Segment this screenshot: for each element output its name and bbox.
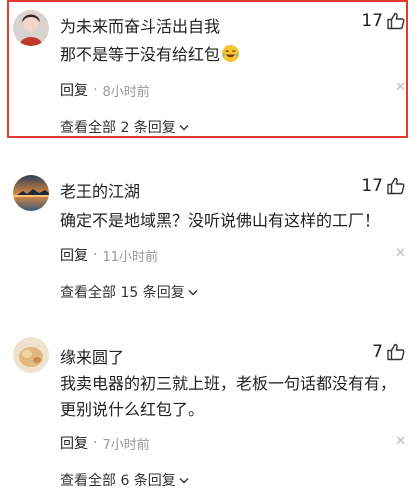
thumbs-up-icon[interactable] (386, 11, 406, 31)
separator-dot: · (93, 82, 98, 98)
chevron-down-icon (188, 284, 198, 300)
like-count: 17 (361, 11, 383, 31)
separator-dot: · (93, 247, 98, 263)
comment-meta: 回复 · 11小时前 (60, 245, 158, 265)
like-count: 17 (361, 176, 383, 196)
comment-item: 缘来圆了 7 我卖电器的初三就上班，老板一句话都没有有，更别说什么红包了。 回复… (0, 330, 416, 495)
username[interactable]: 缘来圆了 (60, 344, 124, 368)
timestamp: 8小时前 (102, 84, 150, 100)
reply-button[interactable]: 回复 (60, 80, 88, 100)
close-icon[interactable]: ✕ (395, 80, 406, 95)
view-all-replies-label: 查看全部 2 条回复 (60, 120, 176, 136)
thumbs-up-icon[interactable] (386, 342, 406, 362)
avatar[interactable] (13, 175, 49, 211)
view-all-replies-button[interactable]: 查看全部 15 条回复 (60, 282, 198, 302)
comment-item: 为未来而奋斗活出自我 17 那不是等于没有给红包 回复 · 8小时前 ✕ 查看全… (0, 0, 416, 138)
avatar[interactable] (13, 337, 49, 373)
comment-text-body: 那不是等于没有给红包 (60, 45, 221, 64)
username[interactable]: 老王的江湖 (60, 178, 140, 202)
close-icon[interactable]: ✕ (395, 434, 406, 449)
timestamp: 11小时前 (102, 249, 158, 265)
comment-text: 我卖电器的初三就上班，老板一句话都没有有，更别说什么红包了。 (60, 374, 397, 419)
comment-text: 那不是等于没有给红包 (60, 42, 400, 71)
comment-meta: 回复 · 7小时前 (60, 433, 150, 453)
avatar[interactable] (13, 10, 49, 46)
view-all-replies-button[interactable]: 查看全部 2 条回复 (60, 117, 189, 137)
crying-laughing-emoji-icon (221, 44, 240, 71)
close-icon[interactable]: ✕ (395, 246, 406, 261)
comment-meta: 回复 · 8小时前 (60, 80, 150, 100)
like-button[interactable]: 17 (361, 176, 406, 196)
username[interactable]: 为未来而奋斗活出自我 (60, 13, 220, 37)
view-all-replies-label: 查看全部 15 条回复 (60, 285, 185, 301)
view-all-replies-button[interactable]: 查看全部 6 条回复 (60, 470, 189, 490)
thumbs-up-icon[interactable] (386, 176, 406, 196)
like-button[interactable]: 7 (372, 342, 406, 362)
like-count: 7 (372, 342, 383, 362)
chevron-down-icon (179, 119, 189, 135)
comment-text: 确定不是地域黑？没听说佛山有这样的工厂！ (60, 211, 381, 230)
reply-button[interactable]: 回复 (60, 433, 88, 453)
timestamp: 7小时前 (102, 437, 150, 453)
view-all-replies-label: 查看全部 6 条回复 (60, 473, 176, 489)
comment-item: 老王的江湖 17 确定不是地域黑？没听说佛山有这样的工厂！ 回复 · 11小时前… (0, 168, 416, 308)
like-button[interactable]: 17 (361, 11, 406, 31)
reply-button[interactable]: 回复 (60, 245, 88, 265)
chevron-down-icon (179, 472, 189, 488)
separator-dot: · (93, 435, 98, 451)
